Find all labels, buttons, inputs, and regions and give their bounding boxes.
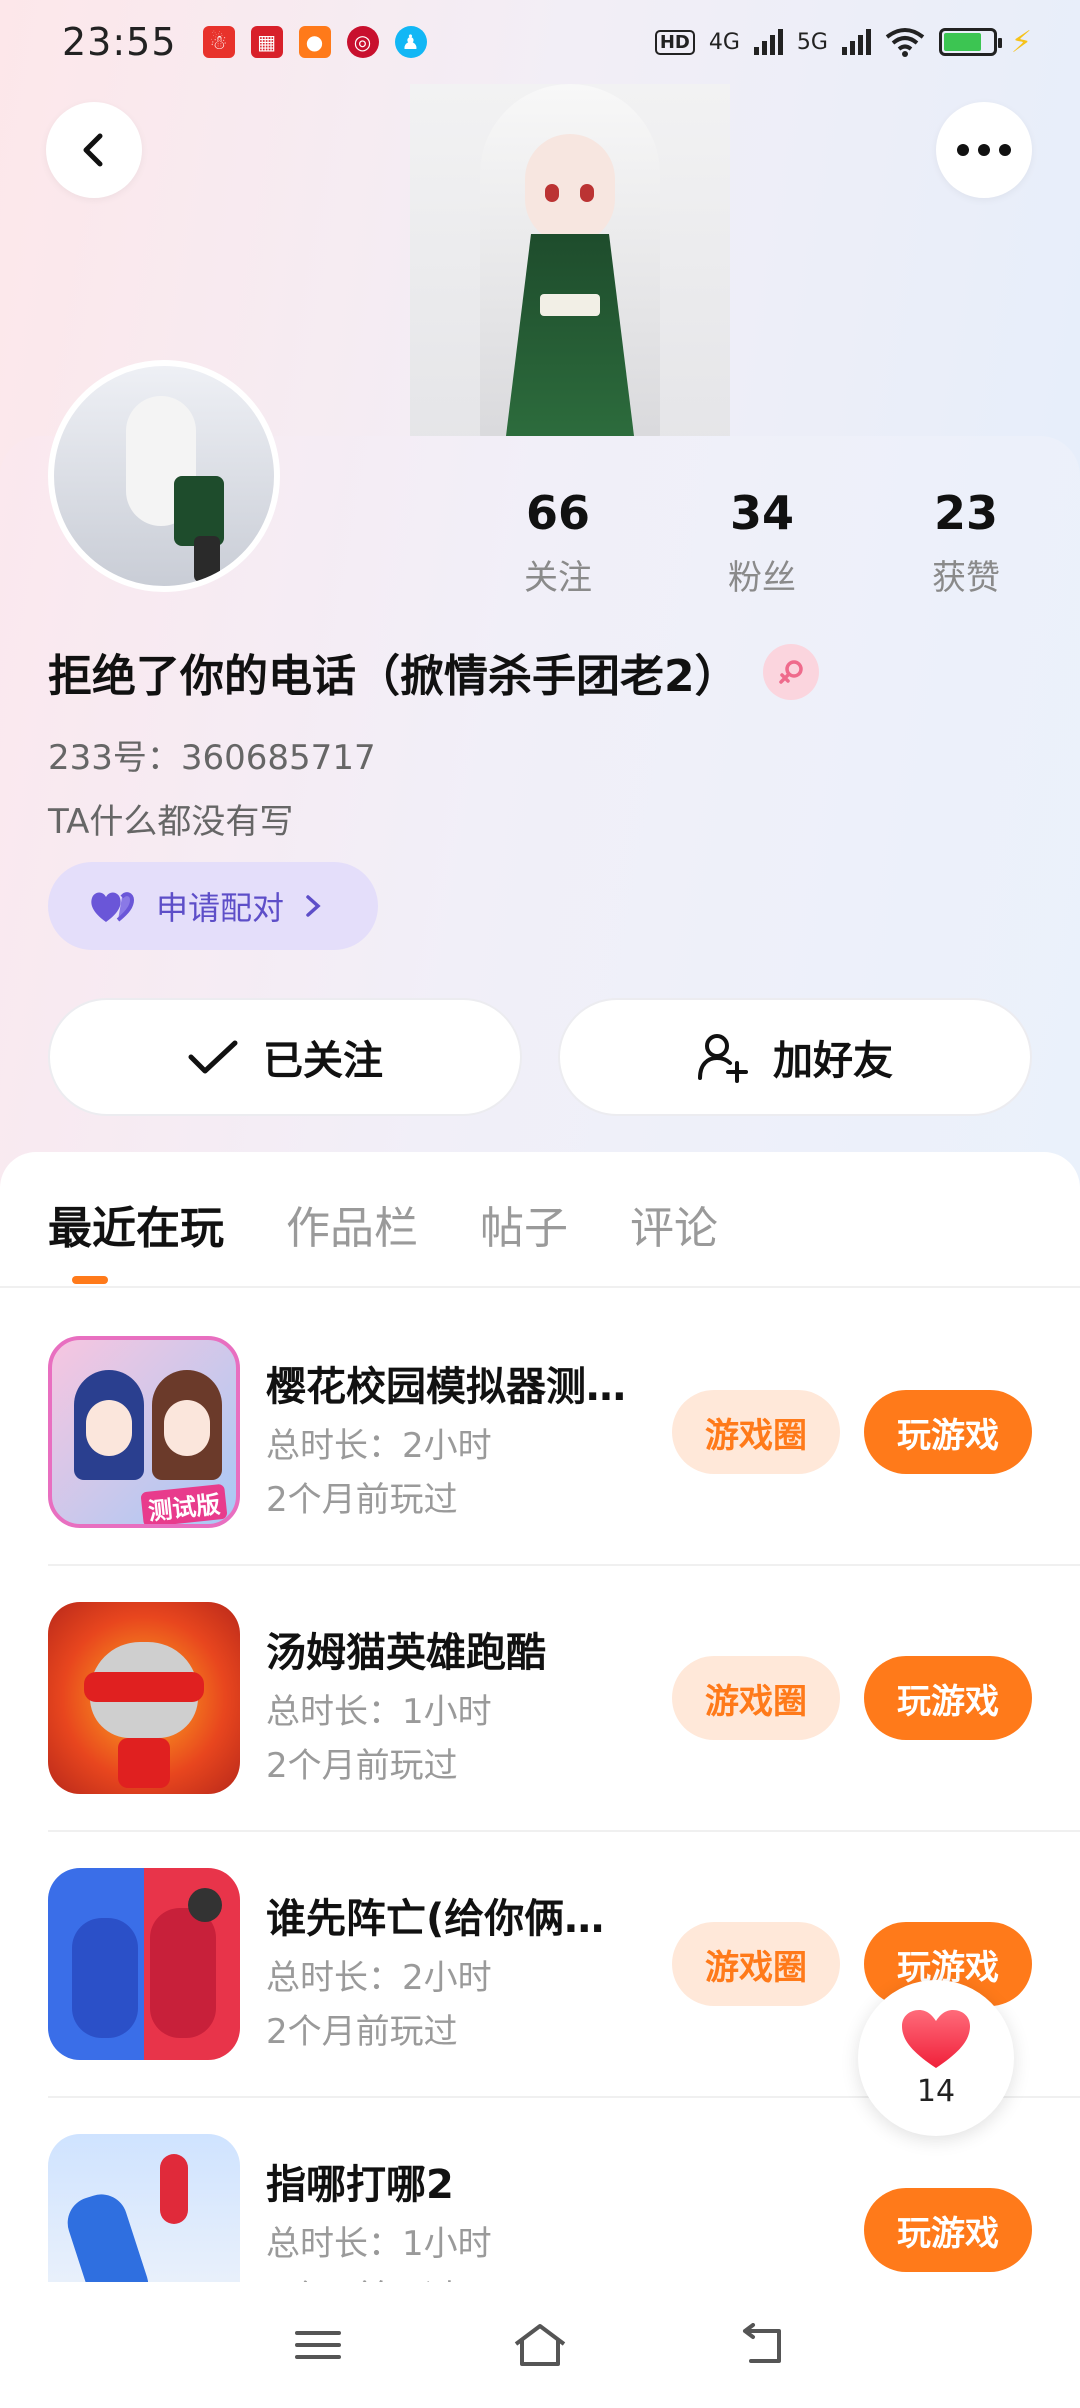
game-last-played: 2个月前玩过 bbox=[266, 1480, 458, 1520]
game-circle-button[interactable]: 游戏圈 bbox=[672, 1390, 840, 1474]
female-gender-icon bbox=[762, 644, 819, 700]
signal-icon bbox=[841, 29, 871, 55]
tab-posts[interactable]: 帖子 bbox=[480, 1192, 568, 1256]
chevron-left-icon bbox=[83, 133, 103, 167]
like-float-button[interactable]: 14 bbox=[858, 1980, 1014, 2136]
tab-active-indicator bbox=[72, 1276, 108, 1284]
tab-works[interactable]: 作品栏 bbox=[286, 1192, 418, 1256]
status-time: 23:55 bbox=[62, 20, 177, 64]
app-notification-icon: ☃ bbox=[202, 26, 235, 58]
content-panel: 最近在玩 作品栏 帖子 评论 测试版 樱花校园模拟器测… 总时长：2小时 2个月… bbox=[0, 1152, 1080, 2408]
stat-value: 34 bbox=[729, 486, 794, 540]
app-notification-icon: ▦ bbox=[250, 26, 283, 58]
qq-icon: ♟ bbox=[394, 26, 427, 58]
divider bbox=[48, 1564, 1080, 1566]
back-nav-icon[interactable] bbox=[737, 2323, 787, 2367]
more-button[interactable] bbox=[936, 102, 1032, 198]
game-circle-button[interactable]: 游戏圈 bbox=[672, 1656, 840, 1740]
menu-icon[interactable] bbox=[293, 2325, 343, 2365]
tab-bar: 最近在玩 作品栏 帖子 评论 bbox=[48, 1192, 718, 1256]
like-count: 14 bbox=[916, 2073, 956, 2109]
stat-following[interactable]: 66 关注 bbox=[488, 486, 628, 599]
stat-value: 66 bbox=[525, 486, 590, 540]
game-name: 谁先阵亡(给你俩… bbox=[266, 1896, 605, 1942]
game-duration: 总时长：2小时 bbox=[266, 1958, 492, 1998]
cover-image bbox=[410, 84, 730, 444]
user-id: 233号：360685717 bbox=[48, 738, 376, 778]
add-friend-button[interactable]: 加好友 bbox=[558, 998, 1032, 1116]
battery-icon bbox=[938, 28, 1002, 56]
game-last-played: 2个月前玩过 bbox=[266, 2012, 458, 2052]
game-icon bbox=[48, 1868, 240, 2060]
test-version-badge: 测试版 bbox=[140, 1483, 228, 1524]
tab-recently-played[interactable]: 最近在玩 bbox=[48, 1192, 224, 1256]
play-game-button[interactable]: 玩游戏 bbox=[864, 1390, 1032, 1474]
game-circle-button[interactable]: 游戏圈 bbox=[672, 1922, 840, 2006]
nickname: 拒绝了你的电话（掀情杀手团老2） bbox=[48, 651, 739, 702]
avatar[interactable] bbox=[48, 360, 280, 592]
stat-label: 关注 bbox=[524, 558, 592, 598]
profile-page: 23:55 ☃ ▦ ● ◎ ♟ HD 4G 5G ⚡ 66 关注 34 粉丝 2… bbox=[0, 0, 1080, 2408]
double-heart-icon bbox=[91, 892, 135, 922]
game-last-played: 2个月前玩过 bbox=[266, 1746, 458, 1786]
checkmark-icon bbox=[188, 1040, 238, 1074]
apply-pair-label: 申请配对 bbox=[156, 889, 285, 927]
followed-button[interactable]: 已关注 bbox=[48, 998, 522, 1116]
back-button[interactable] bbox=[46, 102, 142, 198]
game-name: 汤姆猫英雄跑酷 bbox=[266, 1630, 546, 1676]
tab-comments[interactable]: 评论 bbox=[630, 1192, 718, 1256]
status-bar: 23:55 ☃ ▦ ● ◎ ♟ HD 4G 5G ⚡ bbox=[0, 0, 1080, 84]
stat-label: 粉丝 bbox=[728, 558, 796, 598]
game-row[interactable]: 汤姆猫英雄跑酷 总时长：1小时 2个月前玩过 游戏圈 玩游戏 bbox=[48, 1602, 1032, 1794]
network-label: 5G bbox=[796, 29, 828, 55]
notification-icons: ☃ ▦ ● ◎ ♟ bbox=[202, 26, 427, 58]
stat-likes[interactable]: 23 获赞 bbox=[896, 486, 1036, 599]
charging-icon: ⚡ bbox=[1010, 24, 1032, 60]
app-notification-icon: ● bbox=[298, 26, 331, 58]
stat-value: 23 bbox=[933, 486, 998, 540]
wifi-icon bbox=[885, 28, 925, 57]
game-name: 樱花校园模拟器测… bbox=[266, 1364, 626, 1410]
chevron-right-icon bbox=[306, 895, 321, 917]
add-user-icon bbox=[698, 1034, 748, 1083]
app-notification-icon: ◎ bbox=[346, 26, 379, 58]
game-icon bbox=[48, 1602, 240, 1794]
game-row[interactable]: 测试版 樱花校园模拟器测… 总时长：2小时 2个月前玩过 游戏圈 玩游戏 bbox=[48, 1336, 1032, 1528]
game-duration: 总时长：2小时 bbox=[266, 1426, 492, 1466]
apply-pair-button[interactable]: 申请配对 bbox=[48, 862, 378, 950]
play-game-button[interactable]: 玩游戏 bbox=[864, 1656, 1032, 1740]
followed-label: 已关注 bbox=[263, 1038, 383, 1084]
stat-label: 获赞 bbox=[932, 558, 1000, 598]
divider bbox=[0, 1286, 1080, 1288]
heart-icon bbox=[902, 2009, 970, 2068]
game-name: 指哪打哪2 bbox=[266, 2162, 454, 2208]
stat-followers[interactable]: 34 粉丝 bbox=[692, 486, 832, 599]
system-navigation-bar bbox=[0, 2282, 1080, 2408]
game-duration: 总时长：1小时 bbox=[266, 1692, 492, 1732]
bio-text: TA什么都没有写 bbox=[48, 802, 294, 842]
game-duration: 总时长：1小时 bbox=[266, 2224, 492, 2264]
game-icon: 测试版 bbox=[48, 1336, 240, 1528]
signal-icon bbox=[753, 29, 783, 55]
more-dots-icon bbox=[957, 144, 1011, 156]
hd-icon: HD bbox=[654, 29, 695, 55]
add-friend-label: 加好友 bbox=[773, 1038, 893, 1084]
divider bbox=[48, 1830, 1080, 1832]
play-game-button[interactable]: 玩游戏 bbox=[864, 2188, 1032, 2272]
status-indicators: HD 4G 5G ⚡ bbox=[654, 24, 1032, 60]
home-icon[interactable] bbox=[510, 2320, 570, 2370]
network-label: 4G bbox=[708, 29, 740, 55]
nickname-row: 拒绝了你的电话（掀情杀手团老2） bbox=[48, 640, 819, 704]
